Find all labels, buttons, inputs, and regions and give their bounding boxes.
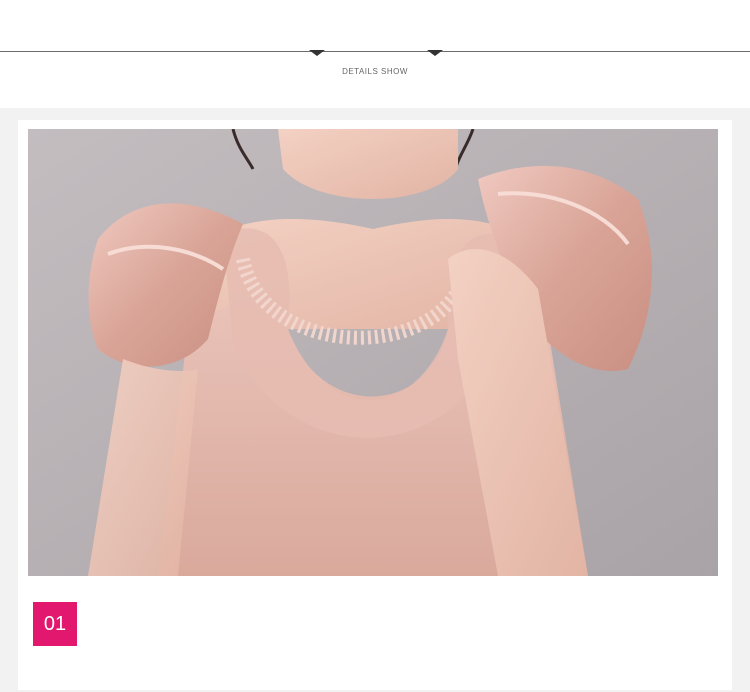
detail-panel: 01 <box>0 108 750 692</box>
header-divider <box>0 51 750 52</box>
divider-left-notch-icon <box>309 50 325 56</box>
section-caption: DETAILS SHOW <box>342 67 408 76</box>
product-detail-photo <box>28 129 718 576</box>
divider-right-notch-icon <box>427 50 443 56</box>
detail-card: 01 <box>18 120 732 690</box>
detail-number-badge: 01 <box>33 602 77 646</box>
section-header: DETAILS SHOW <box>0 0 750 108</box>
